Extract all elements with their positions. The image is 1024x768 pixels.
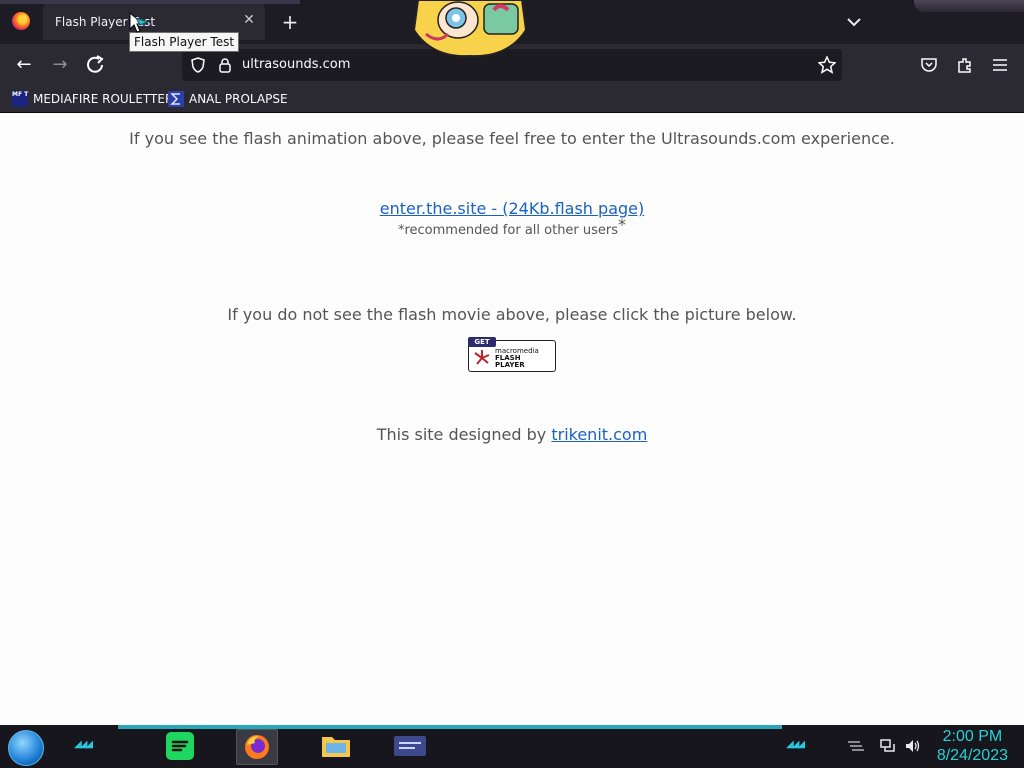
no-movie-text: If you do not see the flash movie above,… [227, 305, 797, 324]
network-icon[interactable] [880, 738, 898, 754]
recommend-star: * [618, 215, 627, 234]
spotify-app-button[interactable] [160, 729, 200, 763]
reload-icon[interactable] [84, 54, 108, 76]
bookmark-mediafire-rouletter[interactable]: MF T MEDIAFIRE ROULETTER [12, 90, 173, 108]
enter-site-link[interactable]: enter.the.site - (24Kb.flash page) [380, 199, 644, 218]
window-app-icon [394, 736, 426, 756]
star-icon[interactable] [818, 56, 836, 74]
lock-icon[interactable] [218, 57, 232, 73]
mascot-sticker [412, 0, 528, 58]
mouse-cursor-icon [129, 12, 150, 33]
clock-date: 8/24/2023 [936, 747, 1008, 764]
mediafire-favicon-icon: MF T [12, 91, 28, 107]
back-arrow-icon[interactable]: ← [12, 54, 36, 76]
folder-icon [322, 737, 350, 757]
recommend-note: *recommended for all other users* [0, 215, 1024, 238]
system-clock[interactable]: 2:00 PM 8/24/2023 [937, 727, 1008, 765]
firefox-icon[interactable] [12, 12, 30, 30]
intro-text: If you see the flash animation above, pl… [129, 129, 895, 148]
clock-time: 2:00 PM [942, 728, 1003, 745]
badge-text: macromedia FLASH PLAYER [495, 348, 539, 369]
forward-arrow-icon[interactable]: → [48, 54, 72, 76]
close-icon[interactable]: ✕ [241, 12, 257, 28]
chevron-down-icon[interactable] [844, 12, 864, 32]
new-tab-button[interactable]: + [278, 10, 302, 34]
badge-line3: PLAYER [495, 361, 525, 369]
flash-logo-icon [474, 350, 490, 365]
taskbar: ◢◢◢ ◢◢◢ 2:00 PM 8/24/2023 [0, 725, 1024, 768]
bookmarks-toolbar: MF T MEDIAFIRE ROULETTER ANAL PROLAPSE [0, 86, 1024, 113]
get-flash-player-badge[interactable]: GET macromedia FLASH PLAYER [468, 337, 556, 372]
enter-link-row: enter.the.site - (24Kb.flash page) [0, 199, 1024, 218]
titlebar-decoration-right [914, 0, 1024, 12]
start-button[interactable] [8, 730, 44, 766]
tab-tooltip: Flash Player Test [129, 32, 240, 52]
firefox-taskbar-icon [245, 735, 269, 759]
page-content: If you see the flash animation above, pl… [0, 113, 1024, 725]
extensions-puzzle-icon[interactable] [956, 56, 974, 74]
trikenit-link[interactable]: trikenit.com [551, 425, 647, 444]
chevron-decoration-icon: ◢◢◢ [74, 739, 93, 750]
shield-icon[interactable] [190, 57, 206, 73]
chevron-decoration-right-icon: ◢◢◢ [786, 739, 805, 750]
hamburger-menu-icon[interactable] [992, 57, 1008, 73]
bookmark-second[interactable]: ANAL PROLAPSE [168, 90, 288, 108]
file-explorer-app-button[interactable] [316, 729, 356, 763]
taskbar-decoration [118, 725, 782, 729]
firefox-app-button[interactable] [236, 729, 278, 765]
url-text[interactable]: ultrasounds.com [242, 57, 350, 72]
sigma-favicon-icon [168, 91, 184, 107]
badge-get-label: GET [468, 337, 496, 347]
spotify-icon [166, 732, 194, 760]
designed-prefix: This site designed by [376, 425, 552, 444]
recommend-text: *recommended for all other users [397, 223, 619, 238]
pocket-icon[interactable] [920, 56, 938, 74]
bookmark-label: ANAL PROLAPSE [189, 92, 288, 106]
window-app-button[interactable] [390, 729, 430, 763]
designed-by-line: This site designed by trikenit.com [0, 425, 1024, 444]
bookmark-label: MEDIAFIRE ROULETTER [33, 92, 174, 106]
stripes-decoration-icon [848, 741, 864, 751]
volume-icon[interactable] [904, 738, 922, 754]
